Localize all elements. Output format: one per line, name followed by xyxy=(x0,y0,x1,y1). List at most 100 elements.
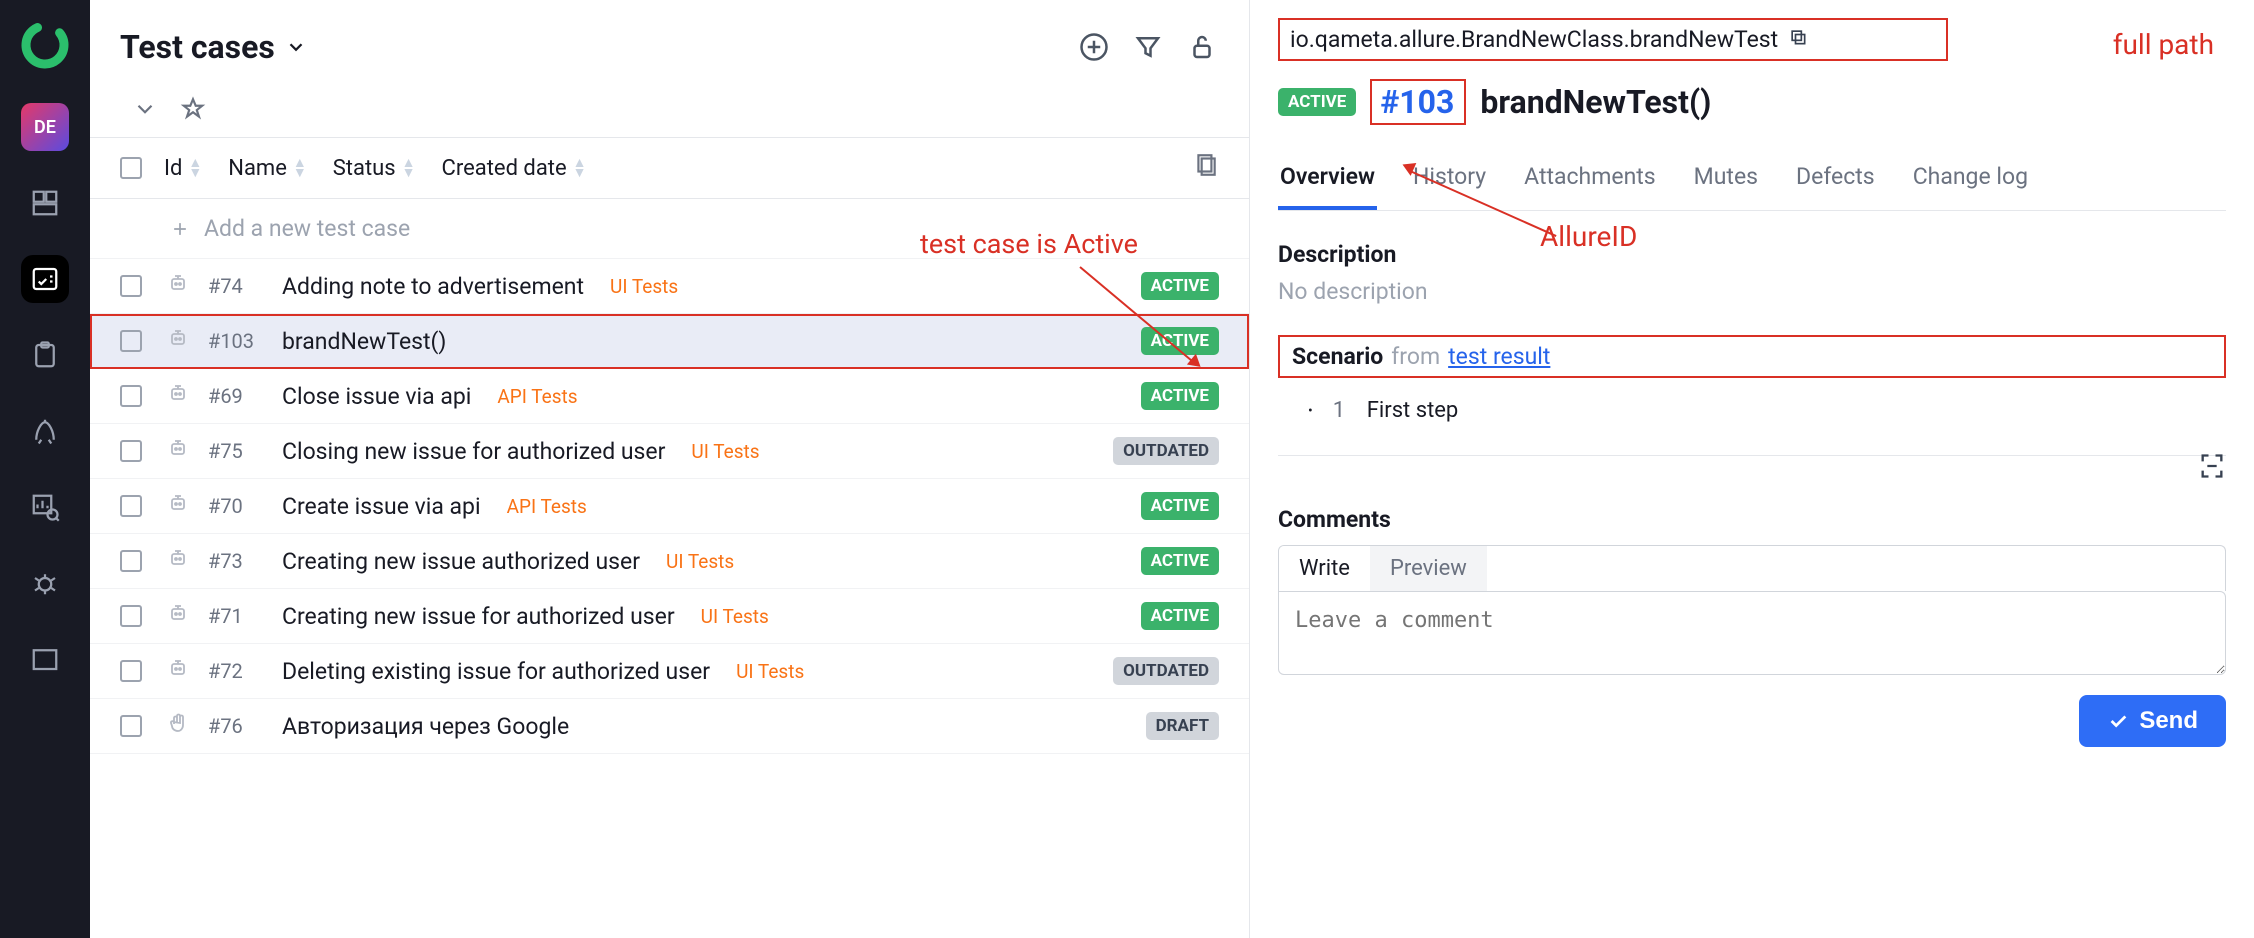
add-button[interactable] xyxy=(1077,30,1111,64)
detail-status-badge: ACTIVE xyxy=(1278,88,1356,116)
row-name: Creating new issue authorized user xyxy=(282,548,640,575)
row-tag: UI Tests xyxy=(666,550,734,573)
row-checkbox[interactable] xyxy=(120,715,142,737)
column-created[interactable]: Created date▲▼ xyxy=(442,156,587,181)
scenario-heading: Scenario from test result xyxy=(1278,335,2226,378)
row-status-badge: DRAFT xyxy=(1146,712,1219,740)
column-name[interactable]: Name▲▼ xyxy=(228,156,306,181)
check-icon xyxy=(2107,710,2129,732)
select-all-checkbox[interactable] xyxy=(120,157,142,179)
row-tag: API Tests xyxy=(497,385,577,408)
columns-settings-button[interactable] xyxy=(1193,152,1219,184)
testcases-panel: Test cases Id▲▼ Name▲▼ xyxy=(90,0,1250,938)
tab-change-log[interactable]: Change log xyxy=(1911,153,2030,210)
row-tag: UI Tests xyxy=(701,605,769,628)
row-tag: UI Tests xyxy=(691,440,759,463)
nav-dashboard-icon[interactable] xyxy=(21,179,69,227)
panel-title-text: Test cases xyxy=(120,28,275,66)
nav-clipboard-icon[interactable] xyxy=(21,331,69,379)
row-id: #69 xyxy=(208,384,264,408)
table-row[interactable]: #73Creating new issue authorized userUI … xyxy=(90,534,1249,589)
row-checkbox[interactable] xyxy=(120,495,142,517)
row-name: Авторизация через Google xyxy=(282,713,569,740)
automated-icon xyxy=(166,656,190,686)
column-status[interactable]: Status▲▼ xyxy=(333,156,416,181)
automated-icon xyxy=(166,271,190,301)
table-row[interactable]: #103brandNewTest()ACTIVE xyxy=(90,314,1249,369)
app-logo[interactable] xyxy=(20,20,70,75)
nav-launches-icon[interactable] xyxy=(21,407,69,455)
plus-icon xyxy=(170,219,190,239)
comment-tabs: Write Preview xyxy=(1278,545,2226,591)
table-row[interactable]: #75Closing new issue for authorized user… xyxy=(90,424,1249,479)
annotation-fullpath: full path xyxy=(2113,28,2214,61)
row-status-badge: ACTIVE xyxy=(1141,602,1219,630)
row-name: Deleting existing issue for authorized u… xyxy=(282,658,710,685)
row-status-badge: ACTIVE xyxy=(1141,547,1219,575)
detail-id: #103 xyxy=(1380,83,1454,121)
lock-button[interactable] xyxy=(1185,30,1219,64)
user-avatar[interactable]: DE xyxy=(21,103,69,151)
table-row[interactable]: #69Close issue via apiAPI TestsACTIVE xyxy=(90,369,1249,424)
filter-button[interactable] xyxy=(1131,30,1165,64)
scenario-source-link[interactable]: test result xyxy=(1448,343,1550,370)
row-checkbox[interactable] xyxy=(120,440,142,462)
row-name: Create issue via api xyxy=(282,493,481,520)
column-id[interactable]: Id▲▼ xyxy=(164,156,202,181)
row-checkbox[interactable] xyxy=(120,660,142,682)
tab-overview[interactable]: Overview xyxy=(1278,153,1377,210)
description-text: No description xyxy=(1278,278,2226,305)
detail-title: brandNewTest() xyxy=(1480,83,1711,121)
row-id: #70 xyxy=(208,494,264,518)
annotation-active-label: test case is Active xyxy=(920,228,1138,260)
panel-title-dropdown[interactable]: Test cases xyxy=(120,28,307,66)
collapse-tree-button[interactable] xyxy=(132,96,158,127)
description-label: Description xyxy=(1278,241,2226,268)
row-checkbox[interactable] xyxy=(120,330,142,352)
expand-scenario-button[interactable] xyxy=(2198,452,2226,485)
row-tag: UI Tests xyxy=(736,660,804,683)
row-id: #71 xyxy=(208,604,264,628)
automated-icon xyxy=(166,601,190,631)
comment-tab-write[interactable]: Write xyxy=(1279,546,1370,591)
row-id: #72 xyxy=(208,659,264,683)
scenario-step: •1First step xyxy=(1308,390,2226,431)
row-status-badge: ACTIVE xyxy=(1141,492,1219,520)
automated-icon xyxy=(166,326,190,356)
tab-defects[interactable]: Defects xyxy=(1794,153,1877,210)
table-row[interactable]: #72 Deleting existing issue for authorize… xyxy=(90,644,1249,699)
table-row[interactable]: #74Adding note to advertisementUI TestsA… xyxy=(90,259,1249,314)
nav-more-icon[interactable] xyxy=(21,635,69,683)
row-checkbox[interactable] xyxy=(120,605,142,627)
row-status-badge: OUTDATED xyxy=(1113,437,1219,465)
comment-tab-preview[interactable]: Preview xyxy=(1370,546,1487,591)
tab-mutes[interactable]: Mutes xyxy=(1692,153,1760,210)
send-button[interactable]: Send xyxy=(2079,695,2226,747)
table-row[interactable]: #71Creating new issue for authorized use… xyxy=(90,589,1249,644)
row-checkbox[interactable] xyxy=(120,550,142,572)
automated-icon xyxy=(166,546,190,576)
nav-defects-icon[interactable] xyxy=(21,559,69,607)
row-status-badge: ACTIVE xyxy=(1141,382,1219,410)
nav-sidebar: DE xyxy=(0,0,90,938)
tab-attachments[interactable]: Attachments xyxy=(1522,153,1658,210)
nav-analytics-icon[interactable] xyxy=(21,483,69,531)
row-checkbox[interactable] xyxy=(120,385,142,407)
row-tag: API Tests xyxy=(507,495,587,518)
nav-testcases-icon[interactable] xyxy=(21,255,69,303)
row-name: Adding note to advertisement xyxy=(282,273,584,300)
row-tag: UI Tests xyxy=(610,275,678,298)
favorite-button[interactable] xyxy=(180,96,206,127)
scenario-steps: •1First step xyxy=(1278,390,2226,431)
comment-textarea[interactable] xyxy=(1278,591,2226,675)
manual-icon xyxy=(166,711,190,741)
row-name: brandNewTest() xyxy=(282,328,446,355)
table-row[interactable]: #70 Create issue via api API Tests ACTIVE xyxy=(90,479,1249,534)
detail-tabs: OverviewHistoryAttachmentsMutesDefectsCh… xyxy=(1278,153,2226,211)
breadcrumb-text: io.qameta.allure.BrandNewClass.brandNewT… xyxy=(1290,26,1778,53)
row-checkbox[interactable] xyxy=(120,275,142,297)
copy-breadcrumb-button[interactable] xyxy=(1788,26,1808,53)
breadcrumb: io.qameta.allure.BrandNewClass.brandNewT… xyxy=(1278,18,1948,61)
automated-icon xyxy=(166,491,190,521)
table-row[interactable]: #76Авторизация через GoogleDRAFT xyxy=(90,699,1249,754)
